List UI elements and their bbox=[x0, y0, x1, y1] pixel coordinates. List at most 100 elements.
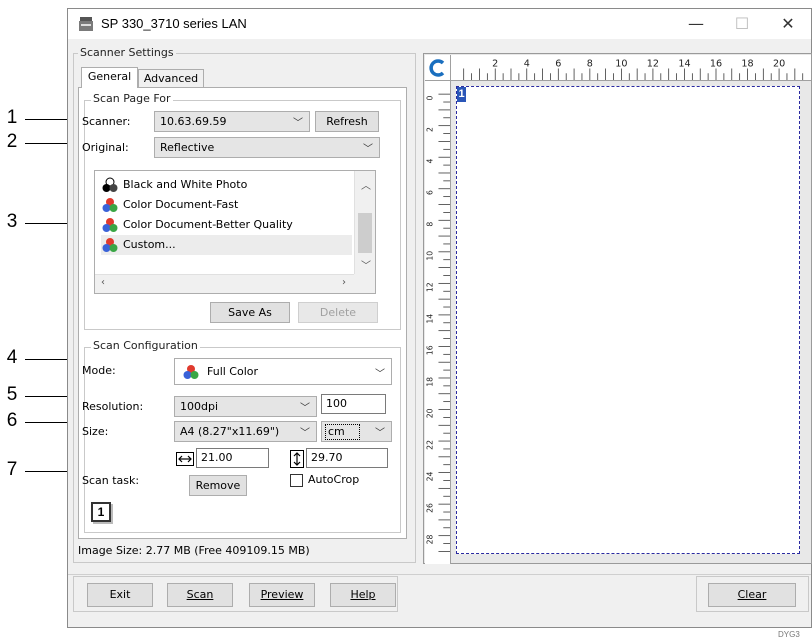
horizontal-ruler: 2 4 6 8 10 12 14 16 18 20 bbox=[451, 55, 811, 81]
ruler-label: 26 bbox=[426, 503, 435, 513]
size-label: Size: bbox=[82, 425, 109, 438]
ruler-label: 2 bbox=[426, 127, 435, 132]
scan-preset-list[interactable]: Black and White Photo Color Document-Fas… bbox=[94, 170, 376, 294]
close-button[interactable]: ✕ bbox=[765, 9, 811, 39]
scan-label: Scan bbox=[186, 588, 214, 601]
callout-2: 2 bbox=[6, 131, 18, 152]
scanner-select[interactable]: 10.63.69.59 ﹀ bbox=[154, 111, 310, 132]
ruler-label: 16 bbox=[426, 345, 435, 355]
ruler-label: 0 bbox=[426, 95, 435, 100]
clear-button[interactable]: Clear bbox=[708, 583, 796, 607]
ruler-label: 18 bbox=[426, 377, 435, 387]
callout-7: 7 bbox=[6, 459, 18, 480]
ruler-label: 16 bbox=[710, 59, 722, 70]
list-item-label: Color Document-Fast bbox=[123, 198, 239, 211]
list-item[interactable]: Color Document-Better Quality bbox=[101, 215, 352, 235]
unit-select-value: cm bbox=[325, 424, 360, 440]
exit-button[interactable]: Exit bbox=[87, 583, 153, 607]
resolution-input[interactable]: 100 bbox=[321, 394, 386, 414]
ruler-label: 6 bbox=[426, 190, 435, 195]
list-item-label: Color Document-Better Quality bbox=[123, 218, 293, 231]
original-select-value: Reflective bbox=[160, 141, 215, 154]
callout-4: 4 bbox=[6, 347, 18, 368]
unit-select[interactable]: cm ﹀ bbox=[321, 421, 392, 442]
minimize-button[interactable]: — bbox=[673, 9, 719, 39]
callout-5: 5 bbox=[6, 384, 18, 405]
ruler-label: 4 bbox=[524, 59, 530, 70]
ruler-label: 20 bbox=[426, 408, 435, 418]
list-item-selected[interactable]: Custom... bbox=[101, 235, 352, 255]
scrollbar-corner bbox=[354, 274, 375, 293]
width-arrow-icon bbox=[176, 452, 194, 466]
delete-button[interactable]: Delete bbox=[298, 302, 378, 323]
chevron-down-icon: ﹀ bbox=[375, 428, 385, 439]
preview-canvas[interactable]: 1 bbox=[456, 86, 800, 554]
callout-3: 3 bbox=[6, 211, 18, 232]
scan-button[interactable]: Scan bbox=[167, 583, 233, 607]
size-select[interactable]: A4 (8.27"x11.69") ﹀ bbox=[174, 421, 317, 442]
chevron-right-icon[interactable]: › bbox=[342, 277, 346, 288]
list-item-label: Black and White Photo bbox=[123, 178, 248, 191]
list-item[interactable]: Black and White Photo bbox=[101, 175, 352, 195]
help-button[interactable]: Help bbox=[330, 583, 396, 607]
list-horizontal-scrollbar[interactable]: ‹ › bbox=[95, 274, 354, 293]
ruler-label: 22 bbox=[426, 440, 435, 450]
tab-general[interactable]: General bbox=[81, 67, 138, 88]
ruler-label: 8 bbox=[587, 59, 593, 70]
tab-advanced[interactable]: Advanced bbox=[138, 69, 204, 88]
callout-1: 1 bbox=[6, 107, 18, 128]
refresh-button[interactable]: Refresh bbox=[315, 111, 379, 132]
preview-label: Preview bbox=[260, 588, 304, 601]
ruler-label: 10 bbox=[426, 251, 435, 261]
resolution-select[interactable]: 100dpi ﹀ bbox=[174, 396, 317, 417]
scan-page-for-label: Scan Page For bbox=[91, 92, 173, 105]
scan-task-page-button[interactable]: 1 bbox=[91, 502, 111, 522]
ruler-label: 12 bbox=[647, 59, 659, 70]
resolution-label: Resolution: bbox=[82, 400, 144, 413]
vertical-scroll-thumb[interactable] bbox=[358, 213, 372, 253]
autocrop-checkbox[interactable] bbox=[290, 474, 303, 487]
width-input-value: 21.00 bbox=[201, 451, 233, 464]
color-dots-icon bbox=[102, 198, 118, 212]
width-input[interactable]: 21.00 bbox=[196, 448, 269, 468]
ruler-label: 14 bbox=[426, 314, 435, 324]
ruler-label: 14 bbox=[678, 59, 690, 70]
original-label: Original: bbox=[82, 141, 129, 154]
scan-task-label: Scan task: bbox=[82, 474, 140, 487]
chevron-up-icon[interactable]: ︿ bbox=[361, 177, 371, 192]
color-dots-icon bbox=[102, 238, 118, 252]
ruler-unit-icon[interactable] bbox=[428, 58, 448, 78]
height-input[interactable]: 29.70 bbox=[306, 448, 388, 468]
preview-button[interactable]: Preview bbox=[249, 583, 315, 607]
list-item[interactable]: Color Document-Fast bbox=[101, 195, 352, 215]
vertical-ruler: 0246810121416182022242628 bbox=[425, 81, 451, 564]
ruler-label: 4 bbox=[426, 159, 435, 164]
ruler-label: 24 bbox=[426, 471, 435, 481]
list-item-label: Custom... bbox=[123, 238, 176, 251]
chevron-left-icon[interactable]: ‹ bbox=[101, 277, 105, 288]
original-select[interactable]: Reflective ﹀ bbox=[154, 137, 380, 158]
image-size-text: Image Size: 2.77 MB (Free 409109.15 MB) bbox=[78, 544, 310, 557]
scan-configuration-label: Scan Configuration bbox=[91, 339, 200, 352]
size-select-value: A4 (8.27"x11.69") bbox=[180, 425, 280, 438]
height-input-value: 29.70 bbox=[311, 451, 343, 464]
ruler-label: 28 bbox=[426, 535, 435, 545]
title-bar[interactable]: SP 330_3710 series LAN — ☐ ✕ bbox=[68, 9, 811, 39]
help-label: Help bbox=[350, 588, 376, 601]
bw-photo-icon bbox=[102, 177, 118, 192]
ruler-label: 2 bbox=[492, 59, 498, 70]
save-as-button[interactable]: Save As bbox=[210, 302, 290, 323]
chevron-down-icon[interactable]: ﹀ bbox=[361, 257, 371, 272]
height-arrow-icon bbox=[290, 450, 304, 468]
mode-select[interactable]: Full Color ﹀ bbox=[174, 358, 392, 385]
remove-button[interactable]: Remove bbox=[189, 475, 247, 496]
scanner-label: Scanner: bbox=[82, 115, 131, 128]
maximize-button[interactable]: ☐ bbox=[719, 9, 765, 39]
chevron-down-icon: ﹀ bbox=[293, 118, 303, 129]
color-dots-icon bbox=[102, 218, 118, 232]
list-vertical-scrollbar[interactable]: ︿ ﹀ bbox=[354, 171, 375, 274]
resolution-select-value: 100dpi bbox=[180, 400, 219, 413]
ruler-label: 18 bbox=[741, 59, 753, 70]
ruler-label: 12 bbox=[426, 282, 435, 292]
chevron-down-icon: ﹀ bbox=[363, 144, 373, 155]
